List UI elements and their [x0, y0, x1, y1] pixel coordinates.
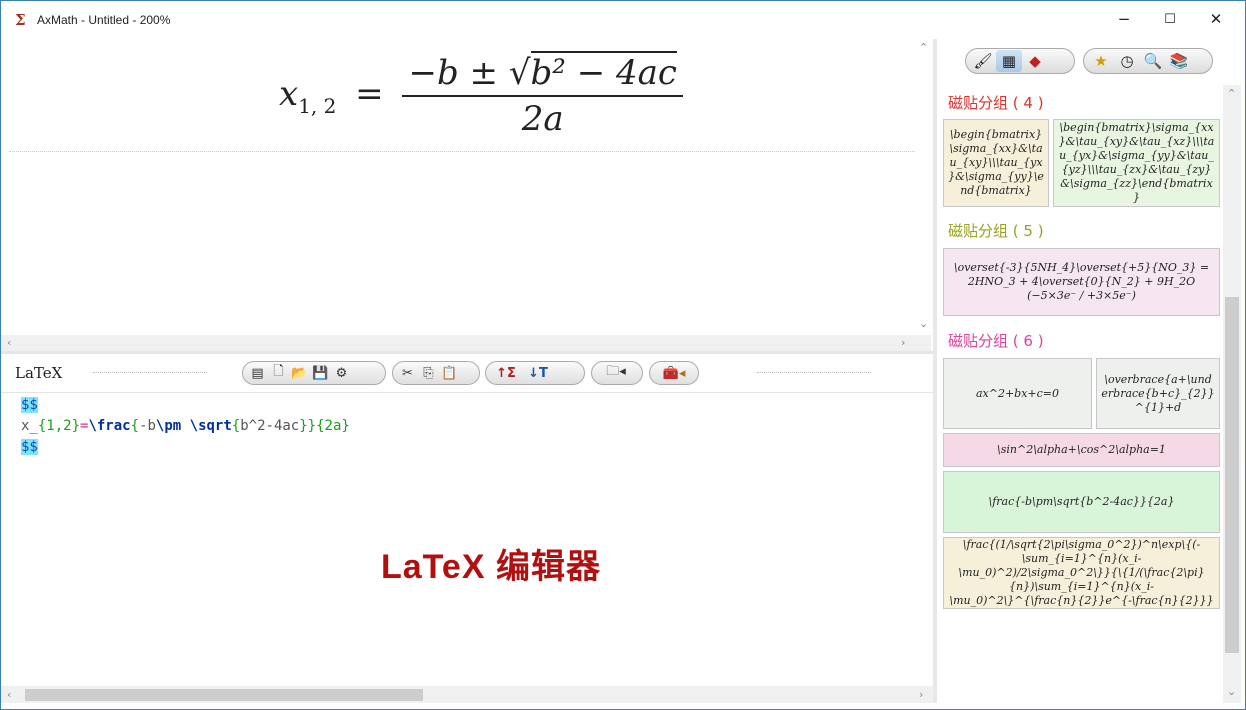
import-latex-icon[interactable]: ↓T: [522, 363, 554, 383]
tile-redox-equation[interactable]: \overset{-3}{5NH_4}\overset{+5}{NO_3} = …: [943, 248, 1220, 316]
tile-brace-sum[interactable]: \overbrace{a+\underbrace{b+c}_{2}}^{1}+d: [1096, 358, 1220, 429]
paste-icon[interactable]: 📋: [439, 363, 460, 383]
scroll-down-icon[interactable]: ⌄: [919, 317, 928, 330]
window-title: AxMath - Untitled - 200%: [37, 13, 171, 27]
favorites-star-icon[interactable]: ★: [1088, 50, 1114, 72]
formula-numerator: −b ± √b² − 4ac: [402, 51, 683, 97]
tile-matrix-3x3[interactable]: \begin{bmatrix}\sigma_{xx}&\tau_{xy}&\ta…: [1053, 119, 1220, 207]
cut-icon[interactable]: ✂: [397, 363, 418, 383]
editor-line-2: x_{1,2}=\frac{-b\pm \sqrt{b^2-4ac}}{2a}: [21, 416, 350, 437]
copy-icon[interactable]: ⎘: [418, 363, 439, 383]
formula-denominator: 2a: [521, 99, 564, 139]
menu-icon[interactable]: ▤: [247, 363, 268, 383]
library-books-icon[interactable]: 📚: [1166, 50, 1192, 72]
scroll-up-icon[interactable]: ⌃: [1227, 87, 1236, 100]
toolbox-dropdown-icon[interactable]: 🧰◂: [654, 363, 694, 383]
formula-baseline-divider: [9, 151, 915, 152]
toolbar-grip-right: [757, 372, 871, 373]
formula-radicand: b² − 4ac: [530, 51, 677, 93]
minimize-button[interactable]: −: [1101, 1, 1147, 38]
latex-token: \frac: [88, 418, 131, 434]
tile-tex: \overbrace{a+\underbrace{b+c}_{2}}^{1}+d: [1101, 372, 1215, 414]
formula-canvas[interactable]: x1, 2 = −b ± √b² − 4ac 2a: [9, 39, 915, 335]
export-formula-icon[interactable]: ↑Σ: [490, 363, 522, 383]
latex-token: }}: [299, 418, 317, 434]
folder-dropdown-icon[interactable]: 🗀◂: [596, 363, 636, 383]
latex-token: -b: [139, 418, 156, 434]
brush-icon[interactable]: 🖌: [970, 50, 996, 72]
latex-token: {: [130, 418, 140, 434]
latex-logo: LaTeX: [15, 364, 63, 382]
tile-quadratic-formula[interactable]: \frac{-b\pm\sqrt{b^2-4ac}}{2a}: [943, 471, 1220, 533]
folder-menu-group: 🗀◂: [591, 361, 643, 385]
tile-matrix-2x2[interactable]: \begin{bmatrix}\sigma_{xx}&\tau_{xy}\\\t…: [943, 119, 1049, 207]
numerator-prefix: −b ±: [408, 53, 509, 93]
convert-button-group: ↑Σ ↓T: [485, 361, 585, 385]
latex-token: {1,2}: [37, 418, 81, 434]
formula-fraction: −b ± √b² − 4ac 2a: [402, 51, 683, 139]
formula-lhs-subscript: 1, 2: [298, 93, 337, 118]
file-button-group: ▤ 🗋 📂 💾 ⚙: [242, 361, 386, 385]
open-folder-icon[interactable]: 📂: [289, 363, 310, 383]
tile-tex: \frac{(1/\sqrt{2\pi\sigma_0^2})^n\exp\{(…: [949, 538, 1214, 607]
scroll-left-icon[interactable]: ‹: [7, 688, 11, 701]
app-logo-icon: Σ: [15, 11, 26, 29]
tiles-grid-icon[interactable]: ▦: [996, 50, 1022, 72]
latex-token: {: [231, 418, 241, 434]
group-title-5: 磁贴分组 ( 5 ): [948, 222, 1044, 240]
scroll-down-icon[interactable]: ⌄: [1227, 685, 1236, 698]
new-document-icon[interactable]: 🗋: [268, 363, 289, 383]
panel-tools-group: ★ ◷ 🔍 📚: [1083, 48, 1213, 74]
eraser-icon[interactable]: ◆: [1022, 50, 1048, 72]
tile-tex: \begin{bmatrix}\sigma_{xx}&\tau_{xy}\\\t…: [948, 128, 1044, 197]
editor-line-3: $$: [21, 439, 38, 455]
tile-tex: \frac{-b\pm\sqrt{b^2-4ac}}{2a}: [988, 495, 1175, 508]
editor-scroll-thumb[interactable]: [25, 689, 423, 701]
tile-quadratic-equation[interactable]: ax^2+bx+c=0: [943, 358, 1092, 429]
sqrt-icon: √: [508, 53, 531, 93]
rendered-formula: x1, 2 = −b ± √b² − 4ac 2a: [279, 51, 683, 139]
tile-tex: \sin^2\alpha+\cos^2\alpha=1: [997, 443, 1166, 456]
close-button[interactable]: ✕: [1193, 1, 1239, 38]
latex-token: \sqrt: [189, 418, 232, 434]
tile-likelihood-ratio[interactable]: \frac{(1/\sqrt{2\pi\sigma_0^2})^n\exp\{(…: [943, 537, 1220, 609]
tile-panel-scroll-thumb[interactable]: [1225, 297, 1239, 653]
save-icon[interactable]: 💾: [310, 363, 331, 383]
latex-toolbar: LaTeX ▤ 🗋 📂 💾 ⚙ ✂ ⎘ 📋 ↑Σ ↓T 🗀◂ 🧰◂: [1, 354, 933, 393]
settings-gear-icon[interactable]: ⚙: [331, 363, 352, 383]
formula-equals: =: [355, 74, 384, 114]
formula-vertical-scrollbar[interactable]: ⌃ ⌄: [915, 39, 933, 335]
panel-view-group: 🖌 ▦ ◆: [965, 48, 1075, 74]
app-window: Σ AxMath - Untitled - 200% − ☐ ✕ x1, 2 =…: [0, 0, 1246, 710]
toolbar-grip: [93, 372, 207, 373]
scroll-left-icon[interactable]: ‹: [7, 336, 11, 349]
template-menu-group: 🧰◂: [649, 361, 699, 385]
editor-caption: LaTeX 编辑器: [381, 548, 601, 586]
editor-line-1: $$: [21, 397, 38, 413]
latex-token: b^2-4ac: [240, 418, 300, 434]
latex-token: x_: [21, 418, 38, 434]
formula-horizontal-scrollbar[interactable]: ‹ ›: [1, 335, 931, 351]
tile-panel: 🖌 ▦ ◆ ★ ◷ 🔍 📚 磁贴分组 ( 4 ) \begin{bmatrix}…: [937, 39, 1243, 703]
latex-token: [181, 418, 189, 434]
history-clock-icon[interactable]: ◷: [1114, 50, 1140, 72]
latex-token: \pm: [155, 418, 182, 434]
tile-trig-identity[interactable]: \sin^2\alpha+\cos^2\alpha=1: [943, 433, 1220, 467]
scroll-up-icon[interactable]: ⌃: [919, 41, 928, 54]
tile-tex: \begin{bmatrix}\sigma_{xx}&\tau_{xy}&\ta…: [1058, 121, 1215, 204]
group-title-4: 磁贴分组 ( 4 ): [948, 94, 1044, 112]
tile-tex: ax^2+bx+c=0: [975, 386, 1060, 400]
search-icon[interactable]: 🔍: [1140, 50, 1166, 72]
group-title-6: 磁贴分组 ( 6 ): [948, 332, 1044, 350]
tile-tex: \overset{-3}{5NH_4}\overset{+5}{NO_3} = …: [953, 261, 1213, 302]
maximize-button[interactable]: ☐: [1147, 1, 1193, 38]
latex-token: {2a}: [316, 418, 350, 434]
scroll-right-icon[interactable]: ›: [919, 688, 923, 701]
edit-button-group: ✂ ⎘ 📋: [392, 361, 480, 385]
title-bar: Σ AxMath - Untitled - 200% − ☐ ✕: [1, 1, 1245, 38]
scroll-right-icon[interactable]: ›: [901, 336, 905, 349]
formula-lhs: x: [279, 74, 299, 114]
